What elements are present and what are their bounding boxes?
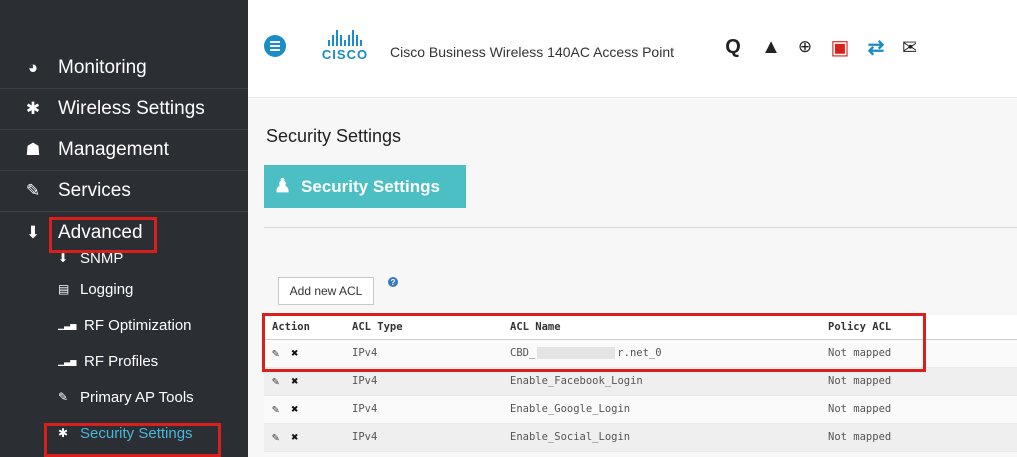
sidebar-item-wireless-settings[interactable]: ✱ Wireless Settings (0, 89, 248, 130)
sidebar-subitem-primary-ap-tools[interactable]: ✎ Primary AP Tools (0, 379, 248, 415)
table-row: ✎ ✖ IPv4 Enable_Facebook_Login Not mapped (264, 367, 1017, 396)
sidebar-subitem-label: SNMP (80, 249, 124, 267)
acl-name-cell: Enable_Facebook_Login (502, 367, 820, 396)
policy-acl-cell: Not mapped (820, 339, 1017, 368)
acl-table: Action ACL Type ACL Name Policy ACL ✎ ✖ I… (264, 315, 1017, 452)
download-tray-icon: ⬇ (25, 222, 41, 242)
sidebar-item-services[interactable]: ✎ Services (0, 171, 248, 212)
save-icon[interactable]: ▣ (829, 36, 851, 59)
sidebar-subitem-label: Security Settings (80, 424, 193, 442)
sidebar-subitem-label: RF Optimization (84, 316, 192, 334)
arrow-down-icon: ⬇ (58, 251, 69, 265)
sidebar-subitem-label: Logging (80, 280, 134, 298)
page-title: Security Settings (266, 126, 402, 146)
security-settings-tab-label: Security Settings (301, 176, 440, 196)
warning-icon[interactable]: ▲ (760, 36, 782, 58)
sidebar-subitem-snmp[interactable]: ⬇ SNMP (0, 245, 248, 271)
wrench-icon: ✎ (25, 181, 41, 200)
table-row: ✎ ✖ IPv4 CBD_ r.net_0 Not mapped (264, 339, 1017, 368)
gear-icon: ✱ (58, 426, 69, 440)
signal-bars-icon: ▁▃▅ (58, 320, 77, 330)
acl-name-cell: Enable_Google_Login (502, 395, 820, 424)
users-icon: ♟ (274, 176, 292, 197)
policy-acl-cell: Not mapped (820, 367, 1017, 396)
sidebar-subitem-label: Primary AP Tools (80, 388, 194, 406)
sidebar-item-label: Advanced (58, 221, 143, 243)
edit-icon[interactable]: ✎ (272, 346, 279, 360)
product-name: Cisco Business Wireless 140AC Access Poi… (390, 44, 674, 60)
security-settings-tab[interactable]: ♟ Security Settings (264, 165, 466, 208)
sidebar-subitem-security-settings[interactable]: ✱ Security Settings (0, 415, 248, 451)
sidebar-item-monitoring[interactable]: ◕ Monitoring (0, 48, 248, 89)
delete-icon[interactable]: ✖ (291, 374, 298, 388)
delete-icon[interactable]: ✖ (291, 346, 298, 360)
col-acl-type: ACL Type (344, 315, 502, 340)
sitemap-icon: ☗ (25, 140, 41, 159)
policy-acl-cell: Not mapped (820, 423, 1017, 452)
cisco-logo: CISCO (314, 30, 376, 64)
acl-name-cell: Enable_Social_Login (502, 423, 820, 452)
main-content: Security Settings ♟ Security Settings Ad… (248, 99, 1017, 457)
table-row: ✎ ✖ IPv4 Enable_Social_Login Not mapped (264, 423, 1017, 452)
sidebar-subitem-rf-optimization[interactable]: ▁▃▅ RF Optimization (0, 307, 248, 343)
sidebar-item-label: Wireless Settings (58, 98, 205, 119)
download-circle-icon[interactable]: ⊕ (794, 36, 816, 58)
acl-type-cell: IPv4 (344, 395, 502, 424)
dashboard-icon: ◕ (27, 58, 39, 77)
mail-icon[interactable]: ✉ (902, 36, 916, 59)
sidebar-subitem-logging[interactable]: ▤ Logging (0, 271, 248, 307)
acl-name-cell: CBD_ r.net_0 (502, 339, 820, 368)
menu-toggle-icon[interactable] (264, 35, 286, 57)
sidebar: ◕ Monitoring ✱ Wireless Settings ☗ Manag… (0, 0, 248, 457)
search-icon[interactable]: Q (722, 36, 744, 58)
edit-icon[interactable]: ✎ (272, 430, 279, 444)
delete-icon[interactable]: ✖ (291, 430, 298, 444)
signal-bars-icon: ▁▃▅ (58, 356, 77, 366)
transfer-icon[interactable]: ⇄ (865, 36, 887, 59)
edit-icon[interactable]: ✎ (272, 374, 279, 388)
sidebar-item-label: Monitoring (58, 57, 147, 78)
wrench-icon: ✎ (58, 390, 69, 404)
cisco-wordmark: CISCO (321, 47, 369, 62)
top-header: CISCO Cisco Business Wireless 140AC Acce… (248, 0, 1017, 98)
sidebar-item-label: Services (58, 180, 131, 201)
policy-acl-cell: Not mapped (820, 395, 1017, 424)
sidebar-item-management[interactable]: ☗ Management (0, 130, 248, 171)
gear-icon: ✱ (25, 99, 41, 118)
col-policy-acl: Policy ACL (820, 315, 1017, 340)
log-file-icon: ▤ (58, 282, 70, 296)
acl-type-cell: IPv4 (344, 423, 502, 452)
redacted-region (537, 347, 616, 359)
col-action: Action (264, 315, 344, 340)
divider (264, 227, 1017, 228)
sidebar-item-label: Management (58, 139, 169, 160)
delete-icon[interactable]: ✖ (291, 402, 298, 416)
app-root: ◕ Monitoring ✱ Wireless Settings ☗ Manag… (0, 0, 1017, 457)
col-acl-name: ACL Name (502, 315, 820, 340)
table-row: ✎ ✖ IPv4 Enable_Google_Login Not mapped (264, 395, 1017, 424)
edit-icon[interactable]: ✎ (272, 402, 279, 416)
acl-type-cell: IPv4 (344, 367, 502, 396)
table-header-row: Action ACL Type ACL Name Policy ACL (264, 315, 1017, 340)
sidebar-subitem-label: RF Profiles (84, 352, 159, 370)
add-new-acl-button[interactable]: Add new ACL (278, 277, 374, 305)
acl-type-cell: IPv4 (344, 339, 502, 368)
sidebar-subitem-rf-profiles[interactable]: ▁▃▅ RF Profiles (0, 343, 248, 379)
help-icon[interactable]: ? (388, 277, 398, 287)
